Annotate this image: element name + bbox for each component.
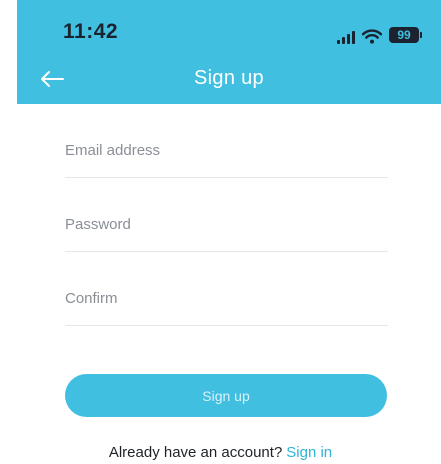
- app-header: 11:42 99 Sign up: [17, 0, 441, 104]
- sign-in-link[interactable]: Sign in: [286, 444, 332, 461]
- confirm-field-row: [65, 252, 388, 326]
- confirm-password-field[interactable]: [65, 290, 388, 307]
- signup-form: [65, 104, 388, 326]
- nav-bar: Sign up: [17, 62, 441, 104]
- wifi-icon: [362, 29, 382, 44]
- signal-icon: [337, 30, 355, 44]
- status-time: 11:42: [63, 20, 119, 43]
- password-field[interactable]: [65, 216, 388, 233]
- password-field-row: [65, 178, 388, 252]
- sign-in-prompt: Already have an account? Sign in: [0, 444, 441, 461]
- email-field[interactable]: [65, 142, 388, 159]
- status-bar: 11:42 99: [17, 0, 441, 62]
- page-title: Sign up: [194, 67, 264, 89]
- sign-in-prompt-text: Already have an account?: [108, 444, 283, 461]
- sign-up-button[interactable]: Sign up: [65, 374, 387, 417]
- status-icons: 99: [337, 24, 422, 44]
- battery-icon: 99: [389, 27, 422, 43]
- email-field-row: [65, 104, 388, 178]
